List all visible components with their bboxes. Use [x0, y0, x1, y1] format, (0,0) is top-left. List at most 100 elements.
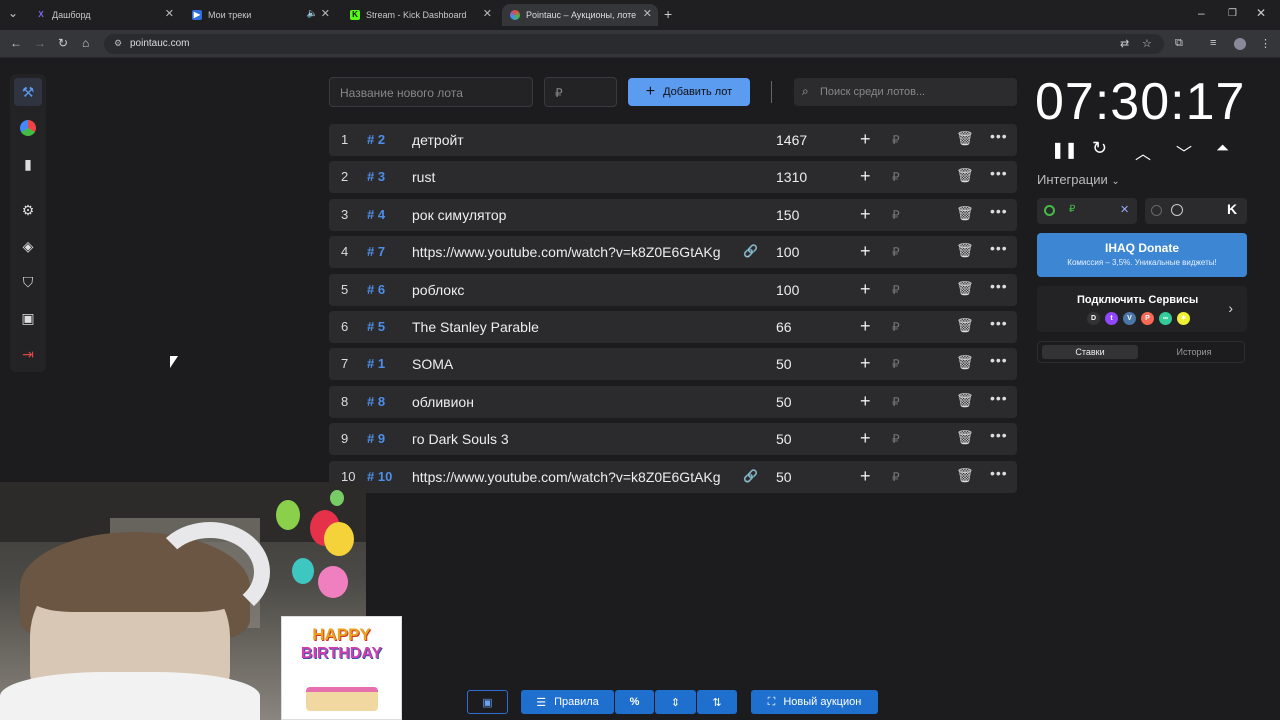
new-tab-icon[interactable]: + [664, 6, 672, 22]
compress-icon[interactable]: ⇕ [655, 690, 696, 714]
link-icon[interactable]: 🔗 [743, 469, 758, 483]
add-lot-button[interactable]: + Добавить лот [628, 78, 750, 106]
lot-name[interactable]: роблокс [412, 282, 727, 298]
home-icon[interactable]: ⌂ [82, 36, 89, 50]
tab-history[interactable]: История [1146, 345, 1242, 359]
trash-icon[interactable]: 🗑 [956, 354, 974, 371]
minimize-icon[interactable]: – [1198, 6, 1205, 20]
lot-search-input[interactable]: ⌕ Поиск среди лотов... [794, 78, 1017, 106]
auction-hammer-icon[interactable]: ⚒ [14, 78, 42, 106]
lot-name[interactable]: rust [412, 169, 727, 185]
trash-icon[interactable]: 🗑 [956, 467, 974, 484]
new-lot-name-input[interactable]: Название нового лота [329, 77, 533, 107]
more-options-icon[interactable]: ••• [990, 203, 1008, 219]
reset-timer-icon[interactable]: ↻ [1092, 138, 1107, 159]
settings-gear-icon[interactable]: ⚙ [14, 196, 42, 224]
lot-row[interactable]: 4 # 7 https://www.youtube.com/watch?v=k8Z0… [329, 236, 1017, 269]
more-options-icon[interactable]: ••• [990, 465, 1008, 481]
close-icon[interactable]: ✕ [321, 7, 330, 20]
lot-name[interactable]: https://www.youtube.com/watch?v=k8Z0E6Gt… [412, 244, 727, 260]
forward-icon[interactable]: → [34, 36, 46, 50]
more-options-icon[interactable]: ••• [990, 240, 1008, 256]
donation-integration-card[interactable]: ₽ ✕ [1037, 198, 1137, 224]
tab-kick-dashboard[interactable]: K Stream - Kick Dashboard ✕ [342, 4, 498, 26]
reload-icon[interactable]: ↻ [58, 36, 68, 50]
tab-pointauc[interactable]: Pointauc – Аукционы, лотереи ✕ [502, 4, 658, 26]
window-close-icon[interactable]: ✕ [1256, 6, 1266, 20]
new-auction-button[interactable]: ⛶ Новый аукцион [751, 690, 878, 714]
integrations-toggle[interactable]: Интеграции ⌄ [1037, 172, 1120, 187]
kick-integration-card[interactable]: K [1145, 198, 1247, 224]
chevron-up-icon[interactable]: ︿ [1135, 140, 1151, 164]
trash-icon[interactable]: 🗑 [956, 130, 974, 147]
url-field[interactable]: ⚙ pointauc.com [104, 34, 1164, 54]
add-amount-icon[interactable]: + [860, 204, 871, 225]
x-close-icon[interactable]: ✕ [1120, 203, 1129, 216]
close-icon[interactable]: ✕ [483, 7, 492, 20]
lot-row[interactable]: 3 # 4 рок симулятор 150 + ₽ 🗑 ••• [329, 198, 1017, 231]
add-amount-input[interactable]: ₽ [892, 395, 900, 409]
add-amount-input[interactable]: ₽ [892, 133, 900, 147]
lot-row[interactable]: 1 # 2 детройт 1467 + ₽ 🗑 ••• [329, 124, 1017, 156]
double-chevron-up-icon[interactable]: ⏶ [1216, 140, 1229, 158]
link-icon[interactable]: 🔗 [743, 244, 758, 258]
wheel-icon[interactable] [14, 114, 42, 142]
add-amount-icon[interactable]: + [860, 353, 871, 374]
close-icon[interactable]: ✕ [165, 7, 174, 20]
lot-name[interactable]: го Dark Souls 3 [412, 431, 727, 447]
more-options-icon[interactable]: ••• [990, 315, 1008, 331]
add-amount-input[interactable]: ₽ [892, 320, 900, 334]
lot-name[interactable]: SOMA [412, 356, 727, 372]
video-icon[interactable]: ▣ [14, 304, 42, 332]
trash-icon[interactable]: 🗑 [956, 317, 974, 334]
lot-row[interactable]: 2 # 3 rust 1310 + ₽ 🗑 ••• [329, 161, 1017, 194]
lot-row[interactable]: 5 # 6 роблокс 100 + ₽ 🗑 ••• [329, 273, 1017, 306]
logout-icon[interactable]: ⇥ [14, 340, 42, 368]
add-amount-icon[interactable]: + [860, 391, 871, 412]
lot-row[interactable]: 10 # 10 https://www.youtube.com/watch?v=k8… [329, 460, 1017, 493]
extensions-icon[interactable]: ⧉ [1175, 37, 1183, 50]
add-amount-input[interactable]: ₽ [892, 245, 900, 259]
add-amount-input[interactable]: ₽ [892, 432, 900, 446]
lot-name[interactable]: обливион [412, 394, 727, 410]
lot-row[interactable]: 8 # 8 обливион 50 + ₽ 🗑 ••• [329, 385, 1017, 418]
radio-on-icon[interactable] [1044, 205, 1055, 216]
more-options-icon[interactable]: ••• [990, 128, 1008, 144]
add-amount-icon[interactable]: + [860, 316, 871, 337]
back-icon[interactable]: ← [10, 36, 22, 50]
ihaq-donate-banner[interactable]: IHAQ Donate Комиссия – 3,5%. Уникальные … [1037, 233, 1247, 277]
tab-my-tracks[interactable]: ▶ Мои треки 🔈 ✕ [184, 4, 336, 26]
pause-icon[interactable]: ❚❚ [1051, 140, 1078, 160]
site-info-icon[interactable]: ⚙ [114, 38, 122, 49]
add-amount-icon[interactable]: + [860, 129, 871, 150]
add-amount-input[interactable]: ₽ [892, 357, 900, 371]
layers-icon[interactable]: ◈ [14, 232, 42, 260]
chevron-down-icon[interactable]: ﹀ [1176, 140, 1192, 164]
add-amount-icon[interactable]: + [860, 428, 871, 449]
save-icon[interactable]: ▣ [467, 690, 508, 714]
bookmark-star-icon[interactable]: ☆ [1142, 37, 1152, 50]
add-amount-input[interactable]: ₽ [892, 470, 900, 484]
close-icon[interactable]: ✕ [643, 7, 652, 20]
add-amount-icon[interactable]: + [860, 166, 871, 187]
trash-icon[interactable]: 🗑 [956, 392, 974, 409]
more-options-icon[interactable]: ••• [990, 165, 1008, 181]
trash-icon[interactable]: 🗑 [956, 167, 974, 184]
more-options-icon[interactable]: ••• [990, 427, 1008, 443]
trash-icon[interactable]: 🗑 [956, 280, 974, 297]
restore-icon[interactable]: ❐ [1228, 8, 1237, 19]
add-amount-icon[interactable]: + [860, 241, 871, 262]
menu-kebab-icon[interactable]: ⋮ [1260, 37, 1271, 50]
more-options-icon[interactable]: ••• [990, 352, 1008, 368]
translate-icon[interactable]: ⇄ [1120, 37, 1129, 50]
trash-icon[interactable]: 🗑 [956, 429, 974, 446]
add-amount-icon[interactable]: + [860, 279, 871, 300]
tab-search-icon[interactable]: ⌄ [8, 6, 18, 20]
shield-icon[interactable]: ⛉ [14, 268, 42, 296]
tab-dashboard[interactable]: X Дашборд ✕ [28, 4, 180, 26]
speaker-icon[interactable]: 🔈 [307, 8, 318, 19]
lot-row[interactable]: 7 # 1 SOMA 50 + ₽ 🗑 ••• [329, 348, 1017, 381]
rules-button[interactable]: ☰ Правила [521, 690, 614, 714]
sort-icon[interactable]: ⇅ [697, 690, 737, 714]
lot-name[interactable]: The Stanley Parable [412, 319, 727, 335]
